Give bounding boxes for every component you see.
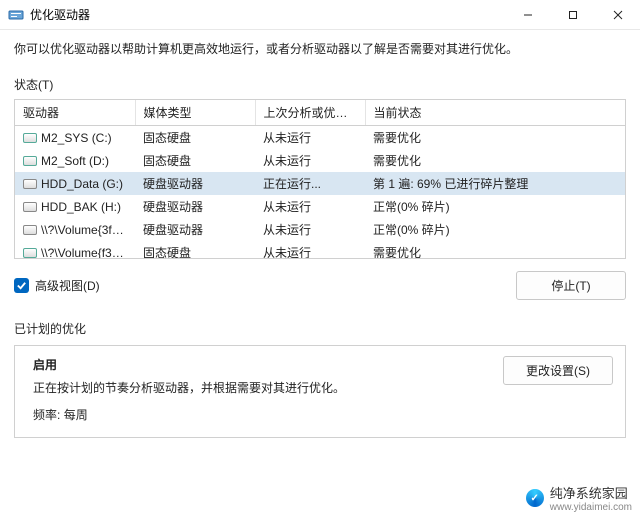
plan-freq-value: 每周 [64,408,88,422]
close-button[interactable] [595,0,640,30]
watermark-logo-icon: ✓ [526,489,544,507]
last-run: 从未运行 [255,195,365,218]
drive-icon [23,202,37,212]
media-type: 硬盘驱动器 [135,195,255,218]
media-type: 固态硬盘 [135,126,255,150]
table-row[interactable]: HDD_BAK (H:) 硬盘驱动器从未运行正常(0% 碎片) [15,195,625,218]
change-settings-button[interactable]: 更改设置(S) [503,356,613,385]
col-drive[interactable]: 驱动器 [15,100,135,126]
drive-name: \\?\Volume{3f4c1... [41,223,135,237]
table-row[interactable]: HDD_Data (G:) 硬盘驱动器正在运行...第 1 遍: 69% 已进行碎… [15,172,625,195]
window-title: 优化驱动器 [30,6,90,23]
table-row[interactable]: \\?\Volume{f3b7f...固态硬盘从未运行需要优化 [15,241,625,259]
plan-description: 正在按计划的节奏分析驱动器，并根据需要对其进行优化。 [33,379,503,396]
col-last[interactable]: 上次分析或优化的... [255,100,365,126]
last-run: 从未运行 [255,149,365,172]
maximize-button[interactable] [550,0,595,30]
plan-freq-label: 频率: [33,408,60,422]
last-run: 正在运行... [255,172,365,195]
status-label: 状态(T) [14,76,626,93]
drive-icon [23,156,37,166]
drive-icon [23,133,37,143]
drive-icon [23,248,37,258]
drive-table: 驱动器 媒体类型 上次分析或优化的... 当前状态 M2_SYS (C:) 固态硬… [14,99,626,259]
table-row[interactable]: M2_Soft (D:) 固态硬盘从未运行需要优化 [15,149,625,172]
current-state: 需要优化 [365,241,625,259]
watermark-url: www.yidaimei.com [550,502,632,513]
col-media[interactable]: 媒体类型 [135,100,255,126]
drive-name: M2_SYS (C:) [41,131,112,145]
stop-button[interactable]: 停止(T) [516,271,626,300]
titlebar: 优化驱动器 [0,0,640,30]
table-header-row: 驱动器 媒体类型 上次分析或优化的... 当前状态 [15,100,625,126]
media-type: 固态硬盘 [135,149,255,172]
plan-frequency: 频率: 每周 [33,406,503,423]
current-state: 正常(0% 碎片) [365,195,625,218]
drive-name: \\?\Volume{f3b7f... [41,246,135,260]
current-state: 需要优化 [365,126,625,150]
drive-name: HDD_Data (G:) [41,177,123,191]
minimize-button[interactable] [505,0,550,30]
watermark: ✓ 纯净系统家园 www.yidaimei.com [526,483,632,513]
table-row[interactable]: \\?\Volume{3f4c1...硬盘驱动器从未运行正常(0% 碎片) [15,218,625,241]
current-state: 第 1 遍: 69% 已进行碎片整理 [365,172,625,195]
drive-icon [23,179,37,189]
scheduled-section-label: 已计划的优化 [14,320,626,337]
scheduled-panel: 启用 正在按计划的节奏分析驱动器，并根据需要对其进行优化。 频率: 每周 更改设… [14,345,626,438]
plan-enabled-title: 启用 [33,356,503,373]
drive-icon [23,225,37,235]
current-state: 正常(0% 碎片) [365,218,625,241]
drive-name: M2_Soft (D:) [41,154,109,168]
last-run: 从未运行 [255,218,365,241]
last-run: 从未运行 [255,126,365,150]
media-type: 硬盘驱动器 [135,218,255,241]
advanced-view-label: 高级视图(D) [35,277,100,294]
media-type: 固态硬盘 [135,241,255,259]
advanced-view-checkbox[interactable] [14,278,29,293]
app-icon [8,7,24,23]
table-row[interactable]: M2_SYS (C:) 固态硬盘从未运行需要优化 [15,126,625,150]
watermark-brand: 纯净系统家园 [550,483,632,502]
current-state: 需要优化 [365,149,625,172]
drive-name: HDD_BAK (H:) [41,200,121,214]
media-type: 硬盘驱动器 [135,172,255,195]
col-state[interactable]: 当前状态 [365,100,625,126]
last-run: 从未运行 [255,241,365,259]
intro-text: 你可以优化驱动器以帮助计算机更高效地运行，或者分析驱动器以了解是否需要对其进行优… [14,40,626,58]
